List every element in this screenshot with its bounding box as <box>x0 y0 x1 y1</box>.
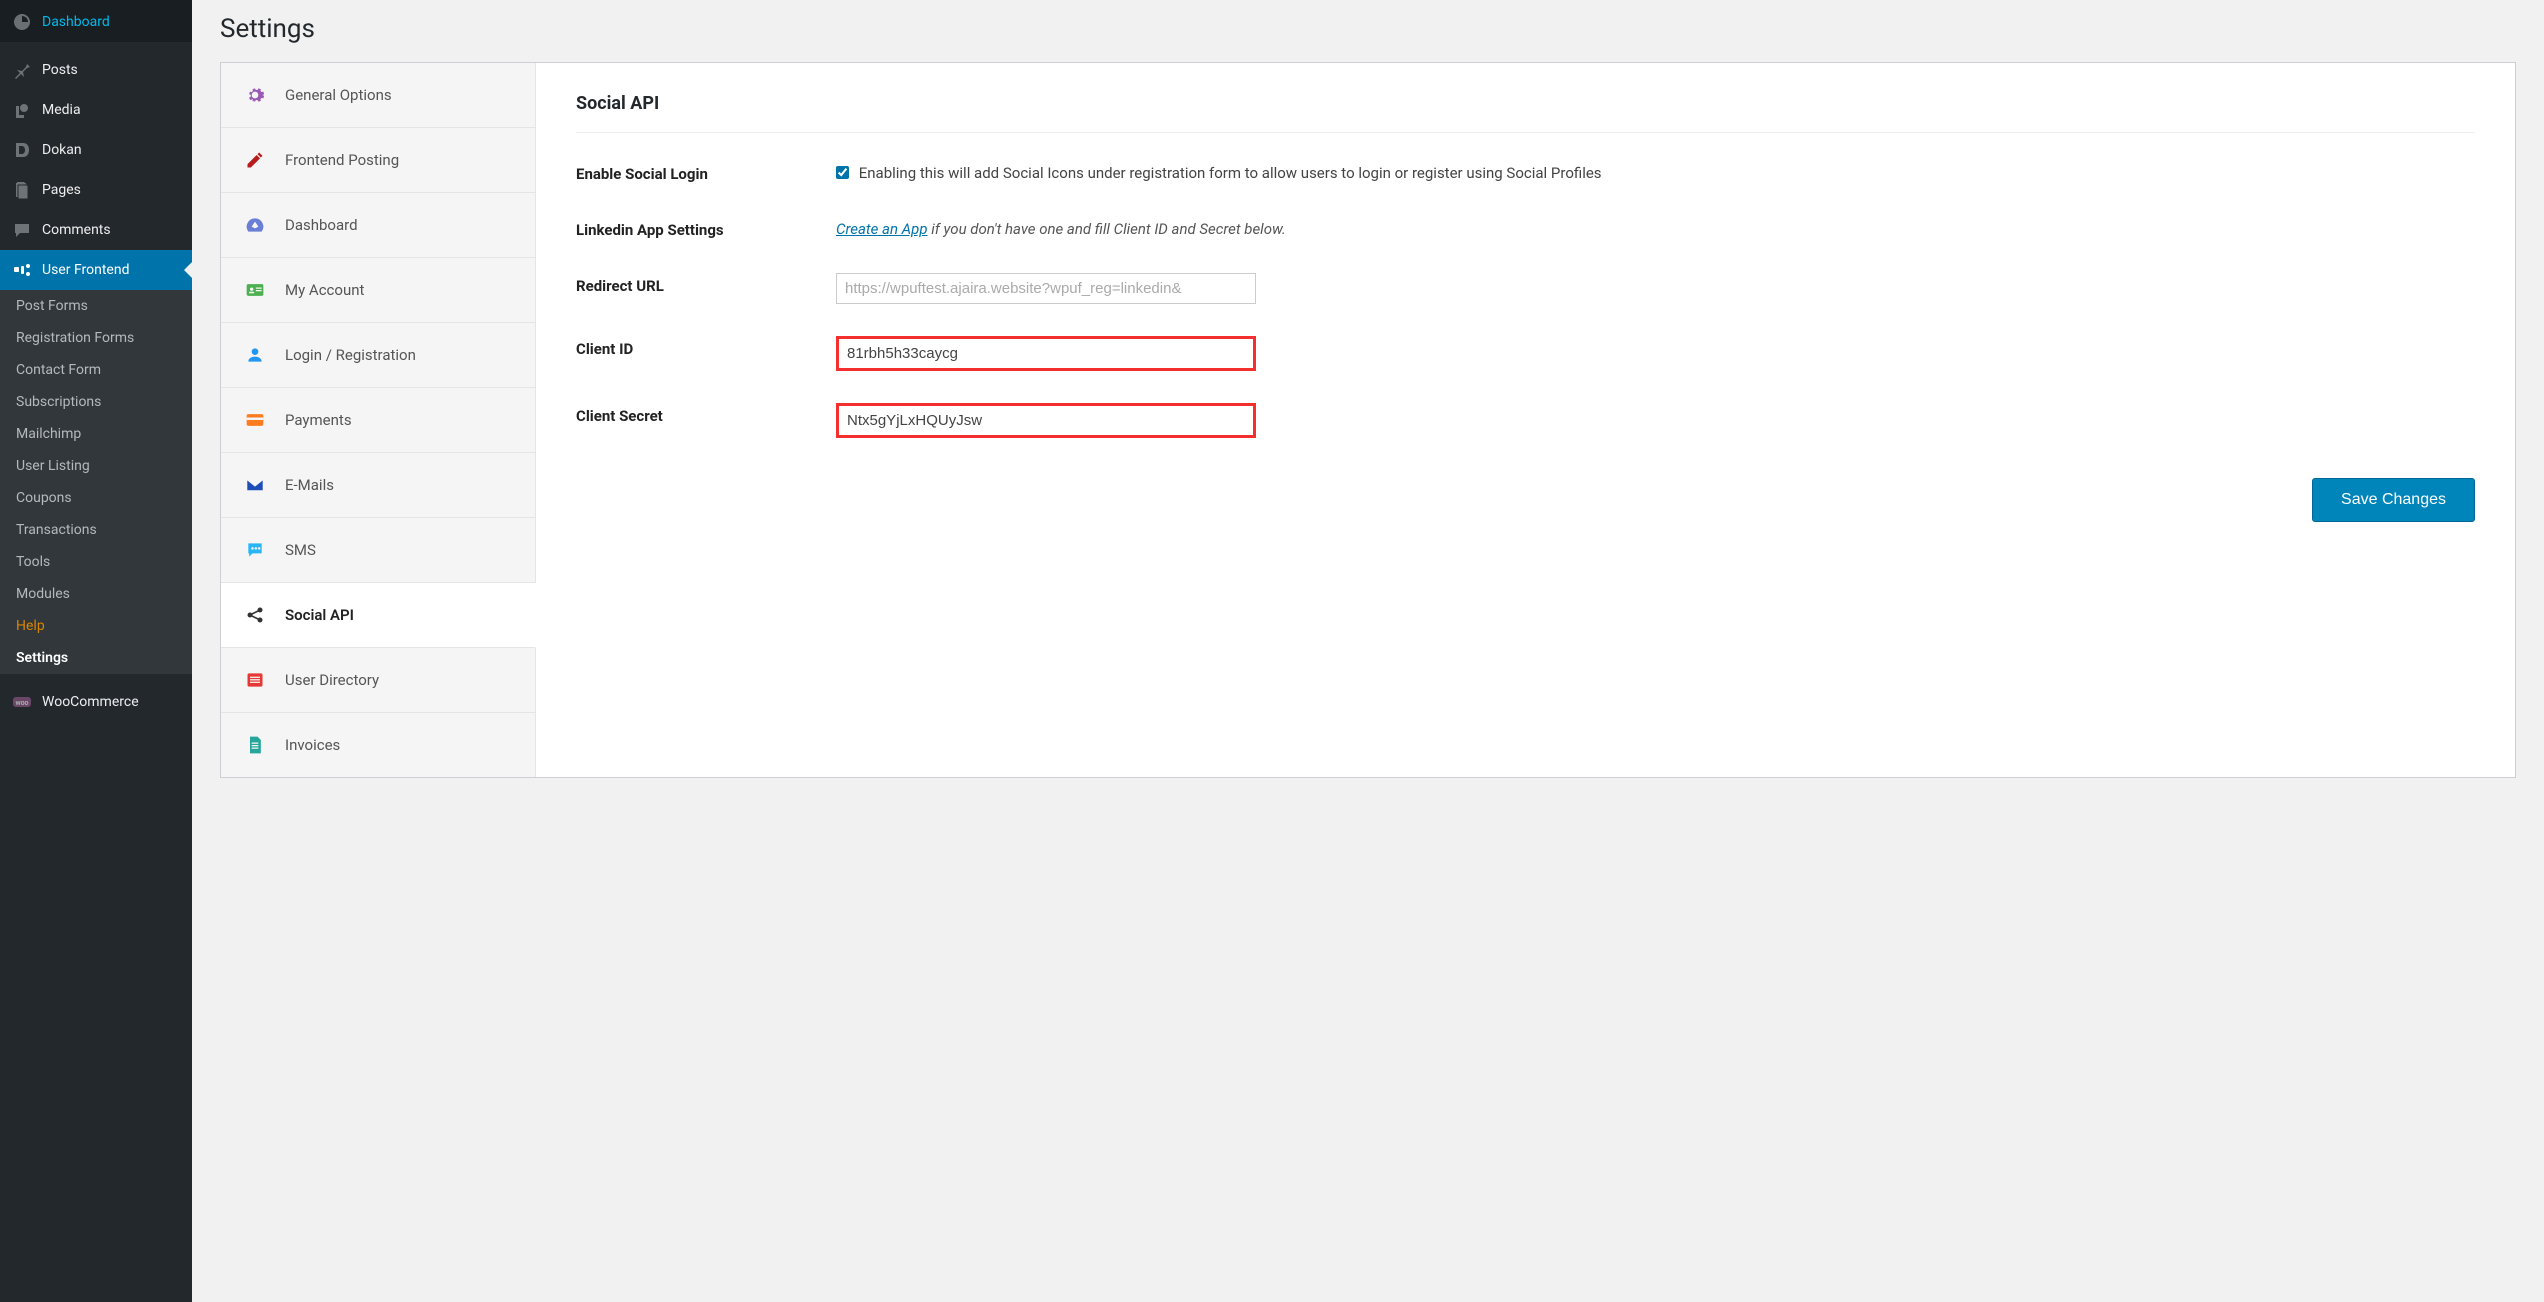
submenu: Post Forms Registration Forms Contact Fo… <box>0 290 192 674</box>
input-redirect-url[interactable] <box>836 273 1256 304</box>
tab-login-registration[interactable]: Login / Registration <box>221 323 535 388</box>
sub-transactions[interactable]: Transactions <box>0 514 192 546</box>
row-client-id: Client ID <box>576 336 2475 371</box>
sub-user-listing[interactable]: User Listing <box>0 450 192 482</box>
menu-label: Pages <box>42 182 180 198</box>
menu-label: Dashboard <box>42 14 180 30</box>
tab-label: General Options <box>285 86 392 104</box>
tab-label: User Directory <box>285 671 379 689</box>
admin-sidebar: Dashboard Posts Media Dokan Pages Commen… <box>0 0 192 1302</box>
menu-label: Media <box>42 102 180 118</box>
form: Enable Social Login Enabling this will a… <box>576 161 2475 438</box>
tab-social-api[interactable]: Social API <box>221 583 536 648</box>
pages-icon <box>12 180 32 200</box>
invoice-icon <box>243 733 267 757</box>
menu-posts[interactable]: Posts <box>0 50 192 90</box>
enable-social-login-wrapper[interactable]: Enabling this will add Social Icons unde… <box>836 164 1602 182</box>
tab-label: Login / Registration <box>285 346 416 364</box>
gear-icon <box>243 83 267 107</box>
mail-icon <box>243 473 267 497</box>
sub-coupons[interactable]: Coupons <box>0 482 192 514</box>
tab-label: Invoices <box>285 736 340 754</box>
tab-user-directory[interactable]: User Directory <box>221 648 535 713</box>
sub-mailchimp[interactable]: Mailchimp <box>0 418 192 450</box>
tab-payments[interactable]: Payments <box>221 388 535 453</box>
tab-frontend-posting[interactable]: Frontend Posting <box>221 128 535 193</box>
checkbox-enable-social-login[interactable] <box>836 166 849 179</box>
section-title: Social API <box>576 93 2475 133</box>
sub-settings[interactable]: Settings <box>0 642 192 674</box>
save-changes-button[interactable]: Save Changes <box>2312 478 2475 522</box>
pin-icon <box>12 60 32 80</box>
tab-emails[interactable]: E-Mails <box>221 453 535 518</box>
speedometer-icon <box>243 213 267 237</box>
user-icon <box>243 343 267 367</box>
user-frontend-icon <box>12 260 32 280</box>
menu-dashboard[interactable]: Dashboard <box>0 0 192 42</box>
menu-pages[interactable]: Pages <box>0 170 192 210</box>
menu-dokan[interactable]: Dokan <box>0 130 192 170</box>
tab-label: Dashboard <box>285 216 358 234</box>
woocommerce-icon: woo <box>12 692 32 712</box>
tab-general-options[interactable]: General Options <box>221 63 535 128</box>
menu-label: Comments <box>42 222 180 238</box>
menu-label: Dokan <box>42 142 180 158</box>
enable-social-login-description: Enabling this will add Social Icons unde… <box>859 164 1602 182</box>
tab-label: Social API <box>285 606 354 624</box>
label-client-secret: Client Secret <box>576 403 836 425</box>
row-client-secret: Client Secret <box>576 403 2475 438</box>
svg-text:woo: woo <box>15 699 28 707</box>
menu-comments[interactable]: Comments <box>0 210 192 250</box>
label-redirect-url: Redirect URL <box>576 273 836 295</box>
tab-my-account[interactable]: My Account <box>221 258 535 323</box>
sub-post-forms[interactable]: Post Forms <box>0 290 192 322</box>
chat-icon <box>243 538 267 562</box>
sub-tools[interactable]: Tools <box>0 546 192 578</box>
tab-label: E-Mails <box>285 476 334 494</box>
form-actions: Save Changes <box>576 478 2475 522</box>
menu-label: Posts <box>42 62 180 78</box>
list-icon <box>243 668 267 692</box>
menu-media[interactable]: Media <box>0 90 192 130</box>
tab-label: Frontend Posting <box>285 151 399 169</box>
menu-label: WooCommerce <box>42 694 180 710</box>
tab-sms[interactable]: SMS <box>221 518 535 583</box>
menu-user-frontend[interactable]: User Frontend <box>0 250 192 290</box>
id-card-icon <box>243 278 267 302</box>
edit-icon <box>243 148 267 172</box>
row-enable-social-login: Enable Social Login Enabling this will a… <box>576 161 2475 185</box>
linkedin-app-suffix: if you don't have one and fill Client ID… <box>928 220 1286 238</box>
dashboard-icon <box>12 12 32 32</box>
sub-contact-form[interactable]: Contact Form <box>0 354 192 386</box>
row-redirect-url: Redirect URL <box>576 273 2475 304</box>
page-title: Settings <box>220 14 2516 44</box>
media-icon <box>12 100 32 120</box>
tab-invoices[interactable]: Invoices <box>221 713 535 777</box>
sub-modules[interactable]: Modules <box>0 578 192 610</box>
link-create-app[interactable]: Create an App <box>836 220 928 238</box>
settings-tabs: General Options Frontend Posting Dashboa… <box>221 63 536 777</box>
credit-card-icon <box>243 408 267 432</box>
tab-label: SMS <box>285 541 316 559</box>
sub-registration-forms[interactable]: Registration Forms <box>0 322 192 354</box>
share-icon <box>243 603 267 627</box>
comment-icon <box>12 220 32 240</box>
tab-label: Payments <box>285 411 352 429</box>
menu-label: User Frontend <box>42 262 180 278</box>
input-client-secret[interactable] <box>836 403 1256 438</box>
main-content: Settings General Options Frontend Postin… <box>192 0 2544 1302</box>
sub-subscriptions[interactable]: Subscriptions <box>0 386 192 418</box>
dokan-icon <box>12 140 32 160</box>
label-enable-social-login: Enable Social Login <box>576 161 836 183</box>
tab-content: Social API Enable Social Login Enabling … <box>536 63 2515 777</box>
sub-help[interactable]: Help <box>0 610 192 642</box>
menu-woocommerce[interactable]: woo WooCommerce <box>0 682 192 722</box>
row-linkedin-app: Linkedin App Settings Create an App if y… <box>576 217 2475 241</box>
label-client-id: Client ID <box>576 336 836 358</box>
tab-label: My Account <box>285 281 364 299</box>
label-linkedin-app: Linkedin App Settings <box>576 217 836 239</box>
input-client-id[interactable] <box>836 336 1256 371</box>
settings-panel: General Options Frontend Posting Dashboa… <box>220 62 2516 778</box>
tab-dashboard[interactable]: Dashboard <box>221 193 535 258</box>
